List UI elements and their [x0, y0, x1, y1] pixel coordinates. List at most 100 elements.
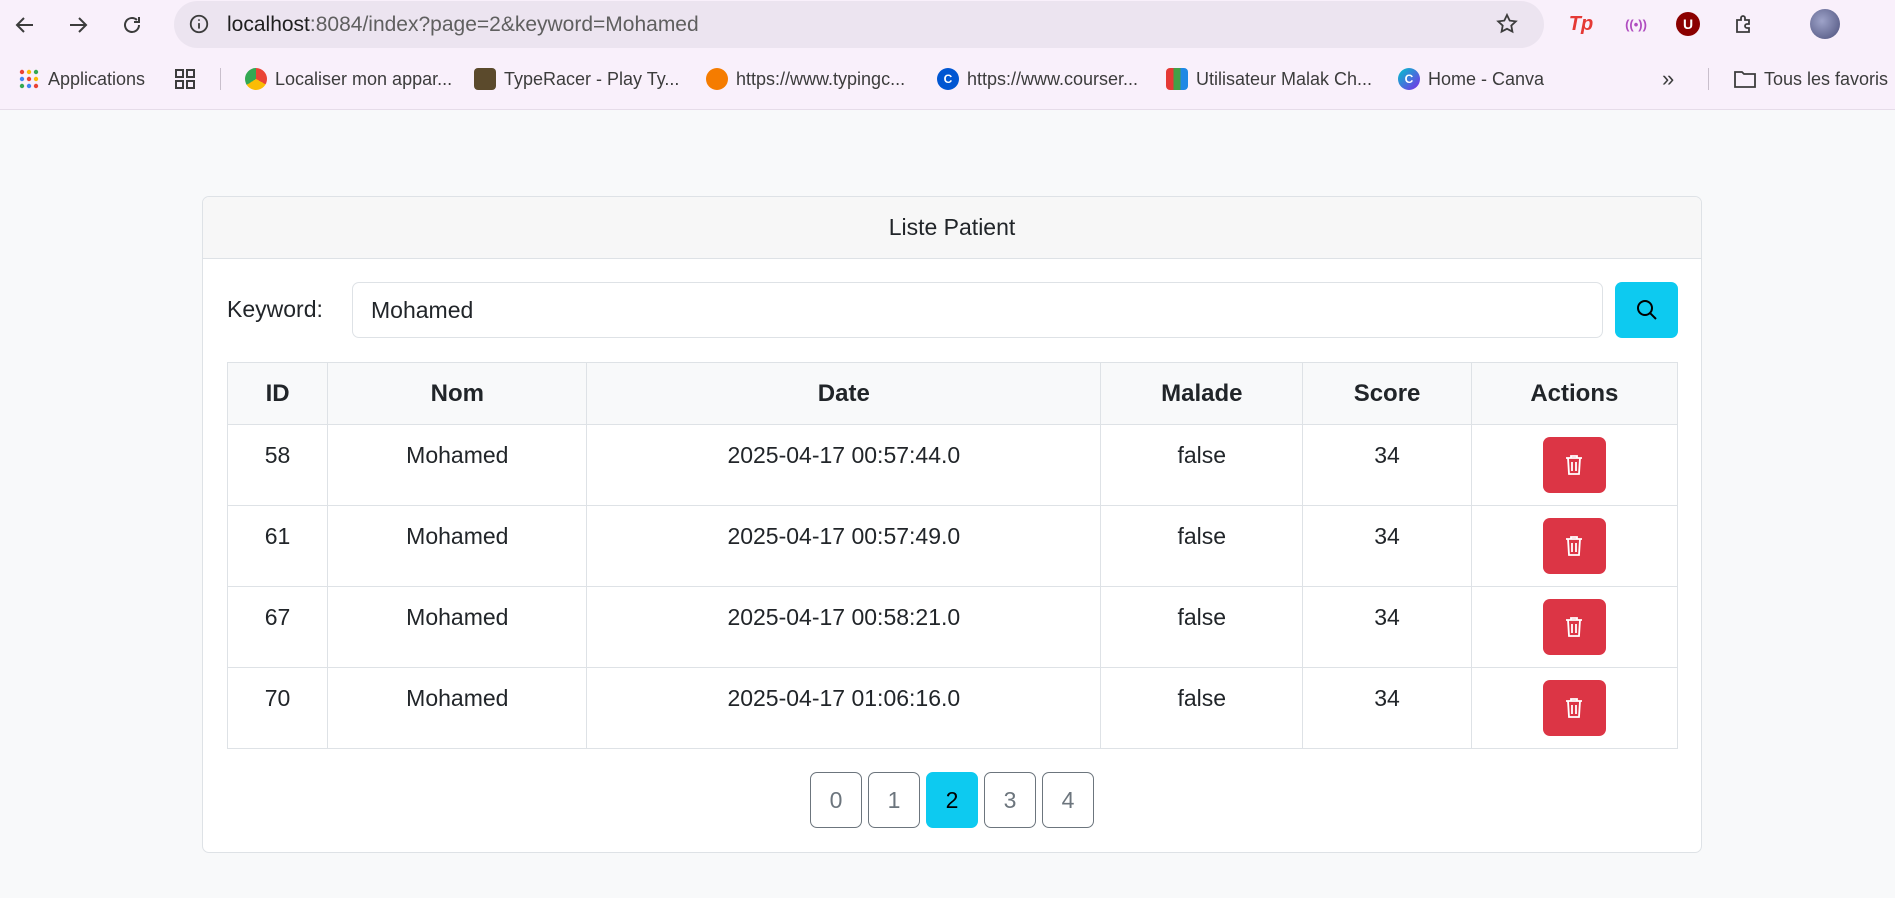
cell-id: 70: [226, 667, 329, 749]
apps-grid-icon: [18, 68, 40, 90]
url-host: localhost: [227, 13, 310, 36]
cell-actions: [1470, 667, 1679, 749]
bookmark-coursera[interactable]: C https://www.courser...: [937, 65, 1138, 93]
bookmark-label: TypeRacer - Play Ty...: [504, 68, 680, 89]
ticket-icon: [1166, 68, 1188, 90]
site-info-icon[interactable]: [186, 11, 212, 37]
trash-icon: [1566, 536, 1583, 556]
browser-toolbar: localhost:8084/index?page=2&keyword=Moha…: [0, 0, 1895, 48]
search-icon: [1636, 300, 1657, 320]
bookmark-utilisateur[interactable]: Utilisateur Malak Ch...: [1166, 65, 1372, 93]
bookmark-typingclub[interactable]: https://www.typingc...: [706, 65, 905, 93]
table-row: 61 Mohamed 2025-04-17 00:57:49.0 false 3…: [226, 505, 1679, 587]
bookmark-star-icon[interactable]: [1494, 11, 1520, 37]
bookmark-label: Utilisateur Malak Ch...: [1196, 68, 1373, 89]
cell-score: 34: [1302, 424, 1472, 506]
all-bookmarks-label: Tous les favoris: [1764, 68, 1889, 89]
page-button-4[interactable]: 4: [1042, 772, 1094, 828]
cell-actions: [1470, 505, 1679, 587]
table-header-row: ID Nom Date Malade Score Actions: [226, 362, 1679, 425]
all-bookmarks-button[interactable]: Tous les favoris: [1734, 65, 1888, 93]
keyword-label: Keyword:: [227, 296, 323, 322]
page-button-3[interactable]: 3: [984, 772, 1036, 828]
cell-id: 61: [226, 505, 329, 587]
extension-typingclub-icon[interactable]: Tp: [1567, 10, 1595, 38]
delete-button[interactable]: [1542, 437, 1606, 493]
cell-date: 2025-04-17 01:06:16.0: [586, 667, 1102, 749]
arrow-right-icon: [70, 17, 88, 33]
cell-malade: false: [1100, 586, 1304, 668]
trash-icon: [1566, 455, 1583, 475]
bookmark-label: Applications: [48, 68, 146, 89]
folder-icon: [1734, 68, 1756, 90]
column-header-actions: Actions: [1470, 362, 1679, 425]
bookmark-applications[interactable]: Applications: [18, 65, 145, 93]
coursera-icon: C: [937, 68, 959, 90]
search-form: Keyword:: [203, 282, 1701, 338]
page-button-1[interactable]: 1: [868, 772, 920, 828]
cell-score: 34: [1302, 586, 1472, 668]
cell-nom: Mohamed: [327, 586, 588, 668]
profile-avatar[interactable]: [1810, 9, 1840, 39]
arrow-left-icon: [15, 17, 33, 33]
bookmarks-separator: [1708, 68, 1709, 90]
table-row: 70 Mohamed 2025-04-17 01:06:16.0 false 3…: [226, 667, 1679, 749]
bookmark-canva[interactable]: C Home - Canva: [1398, 65, 1544, 93]
reload-button[interactable]: [115, 8, 149, 42]
bookmark-typeracer[interactable]: TypeRacer - Play Ty...: [474, 65, 679, 93]
cell-malade: false: [1100, 667, 1304, 749]
patient-list-card: Liste Patient Keyword: ID Nom Date Malad…: [202, 196, 1702, 853]
address-bar[interactable]: localhost:8084/index?page=2&keyword=Moha…: [174, 1, 1544, 48]
back-button[interactable]: [8, 8, 42, 42]
cell-nom: Mohamed: [327, 505, 588, 587]
cell-malade: false: [1100, 424, 1304, 506]
double-chevron-right-icon: »: [1662, 66, 1675, 91]
bookmark-localiser[interactable]: Localiser mon appar...: [245, 65, 452, 93]
pagination: 0 1 2 3 4: [203, 772, 1701, 828]
keyword-input[interactable]: [352, 282, 1603, 338]
more-bookmarks-button[interactable]: »: [1662, 65, 1674, 93]
search-button[interactable]: [1615, 282, 1678, 338]
cell-actions: [1470, 424, 1679, 506]
cell-id: 58: [226, 424, 329, 506]
extension-broadcast-icon[interactable]: ((•)): [1622, 10, 1650, 38]
column-header-score: Score: [1302, 362, 1472, 425]
cell-actions: [1470, 586, 1679, 668]
cell-date: 2025-04-17 00:58:21.0: [586, 586, 1102, 668]
bookmark-label: https://www.courser...: [967, 68, 1139, 89]
patients-table: ID Nom Date Malade Score Actions 58 Moha…: [226, 362, 1679, 749]
google-find-device-icon: [245, 68, 267, 90]
bookmark-label: Localiser mon appar...: [275, 68, 453, 89]
bookmarks-separator: [220, 68, 221, 90]
cell-date: 2025-04-17 00:57:44.0: [586, 424, 1102, 506]
delete-button[interactable]: [1542, 680, 1606, 736]
forward-button[interactable]: [61, 8, 95, 42]
typingclub-icon: [706, 68, 728, 90]
page-button-0[interactable]: 0: [810, 772, 862, 828]
table-row: 58 Mohamed 2025-04-17 00:57:44.0 false 3…: [226, 424, 1679, 506]
card-title: Liste Patient: [203, 197, 1701, 259]
cell-id: 67: [226, 586, 329, 668]
column-header-nom: Nom: [327, 362, 588, 425]
typeracer-icon: [474, 68, 496, 90]
canva-icon: C: [1398, 68, 1420, 90]
bookmark-label: https://www.typingc...: [736, 68, 906, 89]
column-header-date: Date: [586, 362, 1102, 425]
url-path: :8084/index?page=2&keyword=Mohamed: [309, 13, 699, 36]
page-button-2[interactable]: 2: [926, 772, 978, 828]
reload-icon: [124, 17, 140, 33]
delete-button[interactable]: [1542, 599, 1606, 655]
cell-score: 34: [1302, 505, 1472, 587]
delete-button[interactable]: [1542, 518, 1606, 574]
extensions-puzzle-icon[interactable]: [1730, 10, 1758, 38]
cell-score: 34: [1302, 667, 1472, 749]
bookmarks-bar: Applications Localiser mon appar... Type…: [0, 60, 1895, 98]
url-text: localhost:8084/index?page=2&keyword=Moha…: [227, 13, 699, 37]
cell-nom: Mohamed: [327, 667, 588, 749]
trash-icon: [1566, 617, 1583, 637]
column-header-id: ID: [226, 362, 329, 425]
grid-icon: [174, 68, 196, 90]
extension-ublock-icon[interactable]: U: [1676, 12, 1700, 36]
tab-groups-button[interactable]: [174, 65, 196, 93]
table-row: 67 Mohamed 2025-04-17 00:58:21.0 false 3…: [226, 586, 1679, 668]
